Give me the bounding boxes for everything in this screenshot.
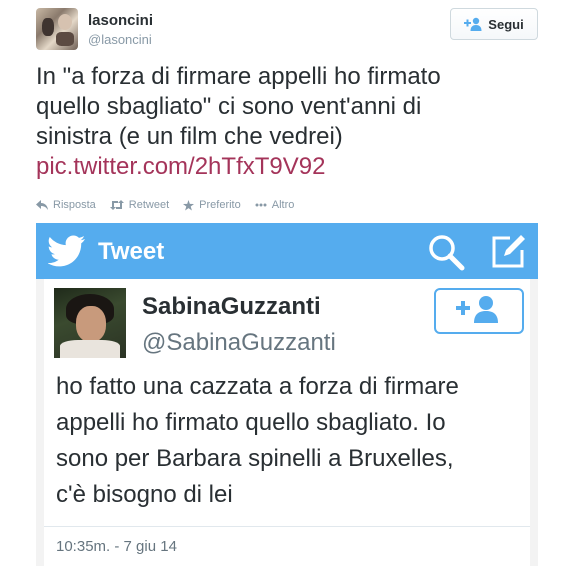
tweet-header: lasoncini @lasoncini Segui bbox=[36, 8, 538, 56]
embedded-user-handle: @SabinaGuzzanti bbox=[142, 329, 336, 356]
follow-label: Segui bbox=[488, 16, 524, 32]
reply-label: Risposta bbox=[53, 199, 96, 211]
tweet-text-line: In "a forza di firmare appelli ho firmat… bbox=[36, 63, 441, 90]
avatar-shape bbox=[60, 340, 120, 358]
embedded-app-bar: Tweet bbox=[36, 223, 538, 279]
embedded-user-name: SabinaGuzzanti bbox=[142, 293, 321, 320]
tweet-media-link[interactable]: pic.twitter.com/2hTfxT9V92 bbox=[36, 152, 546, 182]
twitter-bird-icon bbox=[47, 235, 86, 272]
reply-icon bbox=[36, 200, 48, 210]
follow-icon bbox=[464, 17, 482, 31]
more-action[interactable]: Altro bbox=[255, 199, 295, 211]
tweet-text-line: quello sbagliato" ci sono vent'anni di bbox=[36, 93, 422, 120]
compose-icon[interactable] bbox=[488, 232, 528, 277]
embedded-text-line: sono per Barbara spinelli a Bruxelles, bbox=[56, 445, 454, 472]
more-icon bbox=[255, 203, 267, 207]
avatar-shape bbox=[58, 14, 72, 30]
embedded-text-line: appelli ho firmato quello sbagliato. Io bbox=[56, 409, 446, 436]
retweet-icon bbox=[109, 200, 124, 210]
embedded-tweet-text: ho fatto una cazzata a forza di firmare … bbox=[56, 369, 526, 513]
more-label: Altro bbox=[271, 199, 295, 211]
avatar-shape bbox=[42, 18, 54, 36]
add-user-icon bbox=[456, 295, 502, 328]
avatar-shape bbox=[56, 32, 74, 46]
embedded-text-line: ho fatto una cazzata a forza di firmare bbox=[56, 373, 459, 400]
embedded-tweet-card: SabinaGuzzanti @SabinaGuzzanti ho fatto … bbox=[44, 279, 530, 566]
retweet-action[interactable]: Retweet bbox=[109, 199, 170, 211]
tweet-actions: Risposta Retweet Preferito Altro bbox=[36, 199, 294, 211]
user-handle[interactable]: @lasoncini bbox=[88, 32, 152, 47]
search-icon[interactable] bbox=[426, 232, 466, 277]
retweet-label: Retweet bbox=[128, 199, 170, 211]
embedded-text-line: c'è bisogno di lei bbox=[56, 481, 233, 508]
reply-action[interactable]: Risposta bbox=[36, 199, 96, 211]
favorite-label: Preferito bbox=[199, 199, 241, 211]
divider bbox=[44, 526, 530, 527]
tweet-text: In "a forza di firmare appelli ho firmat… bbox=[36, 62, 546, 182]
username[interactable]: lasoncini bbox=[88, 12, 153, 29]
tweet-text-line: sinistra (e un film che vedrei) bbox=[36, 123, 343, 150]
favorite-icon bbox=[183, 199, 195, 211]
app-bar-title: Tweet bbox=[98, 238, 165, 265]
follow-button[interactable]: Segui bbox=[450, 8, 538, 40]
embedded-screenshot[interactable]: Tweet SabinaGuzzanti @SabinaGuzzanti ho … bbox=[36, 223, 538, 566]
embedded-timestamp: 10:35m. - 7 giu 14 bbox=[56, 538, 177, 555]
avatar[interactable] bbox=[36, 8, 78, 50]
avatar bbox=[54, 288, 126, 358]
favorite-action[interactable]: Preferito bbox=[183, 199, 241, 211]
avatar-shape bbox=[76, 306, 106, 342]
embedded-follow-button bbox=[434, 288, 524, 334]
